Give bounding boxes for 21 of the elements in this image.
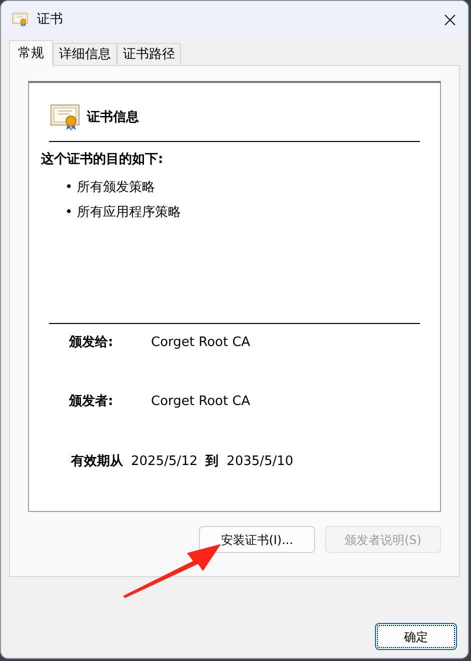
field-value: Corget Root CA [151,334,250,352]
validity-label: 有效期从 [71,452,123,470]
date-value: 2035/5/10 [226,452,294,470]
date-value: 2025/5/12 [131,452,198,470]
to-label: 到 [206,452,219,470]
tab[interactable]: 证书路径 [117,43,181,65]
field-value: Corget Root CA [151,393,250,411]
tab[interactable]: 详细信息 [53,43,117,65]
purpose-item: • 所有颁发策略 [65,178,156,196]
certificate-icon [49,103,81,133]
field-label: 颁发给: [69,334,114,352]
install-certificate-button[interactable]: 安装证书(I)... [199,526,315,553]
field-label: 颁发者: [69,393,114,411]
ok-button[interactable]: 确定 [375,623,457,650]
tab[interactable]: 常规 [9,40,53,66]
purpose-title: 这个证书的目的如下: [41,150,164,169]
purpose-item: • 所有应用程序策略 [65,204,182,222]
window-title: 证书 [37,11,63,30]
section-heading: 证书信息 [87,109,139,128]
close-button[interactable] [442,12,458,28]
certificate-icon [11,12,29,28]
